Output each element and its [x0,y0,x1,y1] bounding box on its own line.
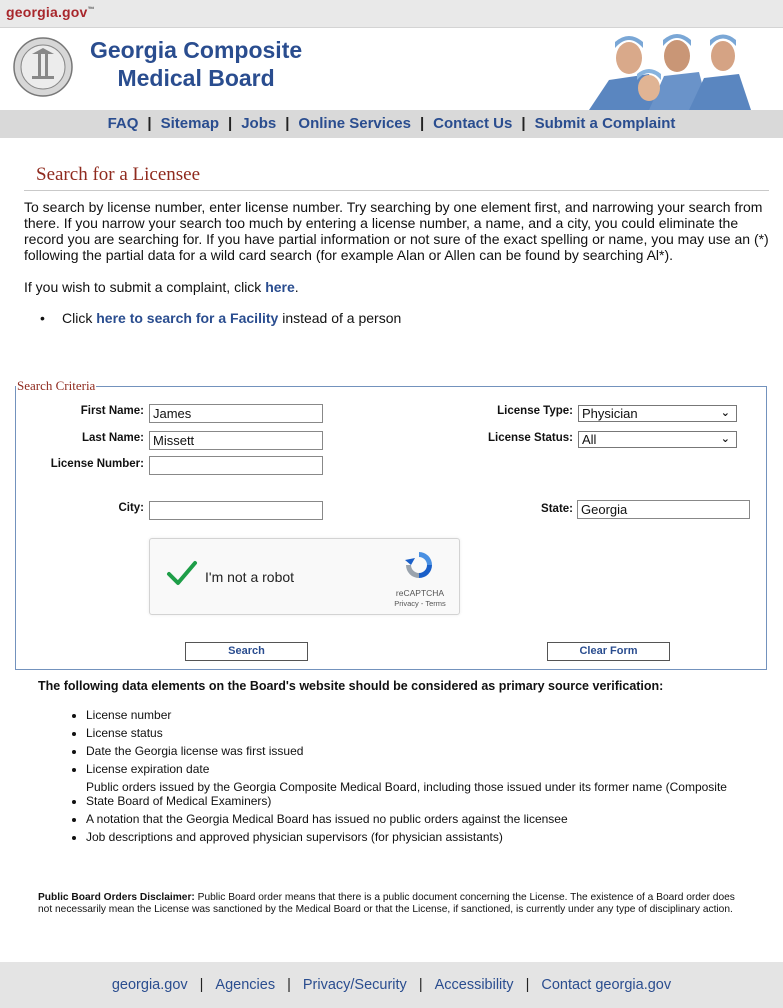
license-type-label: License Type: [497,405,573,417]
intro-text: To search by license number, enter licen… [24,199,769,263]
nav-contact-us[interactable]: Contact Us [433,115,512,132]
footer-accessibility-link[interactable]: Accessibility [435,977,514,993]
search-button[interactable]: Search [185,642,308,661]
checkmark-icon[interactable] [166,559,198,587]
city-label: City: [118,502,144,514]
license-type-select[interactable]: Physician ⌄ [578,405,737,422]
recaptcha-brand: reCAPTCHA [395,588,445,598]
captcha-label: I'm not a robot [205,569,295,585]
nav-submit-complaint[interactable]: Submit a Complaint [535,115,676,132]
nav-jobs[interactable]: Jobs [241,115,276,132]
license-status-select[interactable]: All ⌄ [578,431,737,448]
doctors-photo-image [589,28,751,110]
nav-sitemap[interactable]: Sitemap [161,115,219,132]
recaptcha-widget[interactable]: I'm not a robot reCAPTCHA Privacy - Term… [149,538,460,615]
nav-faq[interactable]: FAQ [108,115,139,132]
search-criteria-legend: Search Criteria [17,378,96,393]
list-item: Date the Georgia license was first issue… [86,742,742,760]
georgia-gov-logo[interactable]: georgia.gov™ [6,4,95,20]
facility-search-item: Click here to search for a Facility inst… [40,310,769,326]
list-item: License status [86,724,742,742]
page-title: Search for a Licensee [36,164,201,185]
footer-privacy-link[interactable]: Privacy/Security [303,977,407,993]
list-item: Job descriptions and approved physician … [86,828,742,846]
state-input[interactable]: Georgia [577,500,750,519]
facility-search-link[interactable]: here to search for a Facility [96,310,278,326]
site-header: Georgia Composite Medical Board [0,28,783,110]
footer-contact-link[interactable]: Contact georgia.gov [541,977,671,993]
chevron-down-icon: ⌄ [720,407,730,419]
last-name-input[interactable]: Missett [149,431,323,450]
license-number-label: License Number: [50,458,144,470]
city-input[interactable] [149,501,323,520]
last-name-label: Last Name: [82,432,144,444]
footer-georgia-gov-link[interactable]: georgia.gov [112,977,188,993]
site-footer: georgia.gov | Agencies | Privacy/Security | Ac… [0,962,783,1008]
license-number-input[interactable] [149,456,323,475]
first-name-input[interactable]: James [149,404,323,423]
verification-heading: The following data elements on the Board… [38,679,664,693]
main-content: Search for a Licensee To search by licen… [0,164,783,326]
state-label: State: [541,503,573,515]
board-title[interactable]: Georgia Composite Medical Board [90,36,302,92]
nav-online-services[interactable]: Online Services [298,115,411,132]
clear-form-button[interactable]: Clear Form [547,642,670,661]
gov-top-bar: georgia.gov™ [0,0,783,28]
public-orders-disclaimer: Public Board Orders Disclaimer: Public B… [38,892,735,915]
heading-divider [24,190,769,191]
list-item: License expiration date [86,760,742,778]
chevron-down-icon: ⌄ [720,433,730,445]
first-name-label: First Name: [80,405,144,417]
verification-list: License number License status Date the G… [62,706,742,846]
recaptcha-terms-link[interactable]: Privacy - Terms [390,599,450,608]
list-item: License number [86,706,742,724]
complaint-here-link[interactable]: here [265,279,295,295]
license-status-label: License Status: [488,432,573,444]
main-nav: FAQ | Sitemap | Jobs | Online Services | Contact… [0,110,783,138]
footer-agencies-link[interactable]: Agencies [215,977,275,993]
recaptcha-logo-icon [405,552,432,578]
complaint-line: If you wish to submit a complaint, click… [24,279,299,295]
list-item: A notation that the Georgia Medical Boar… [86,810,742,828]
state-seal-icon [13,37,73,97]
list-item: Public orders issued by the Georgia Comp… [86,778,742,810]
